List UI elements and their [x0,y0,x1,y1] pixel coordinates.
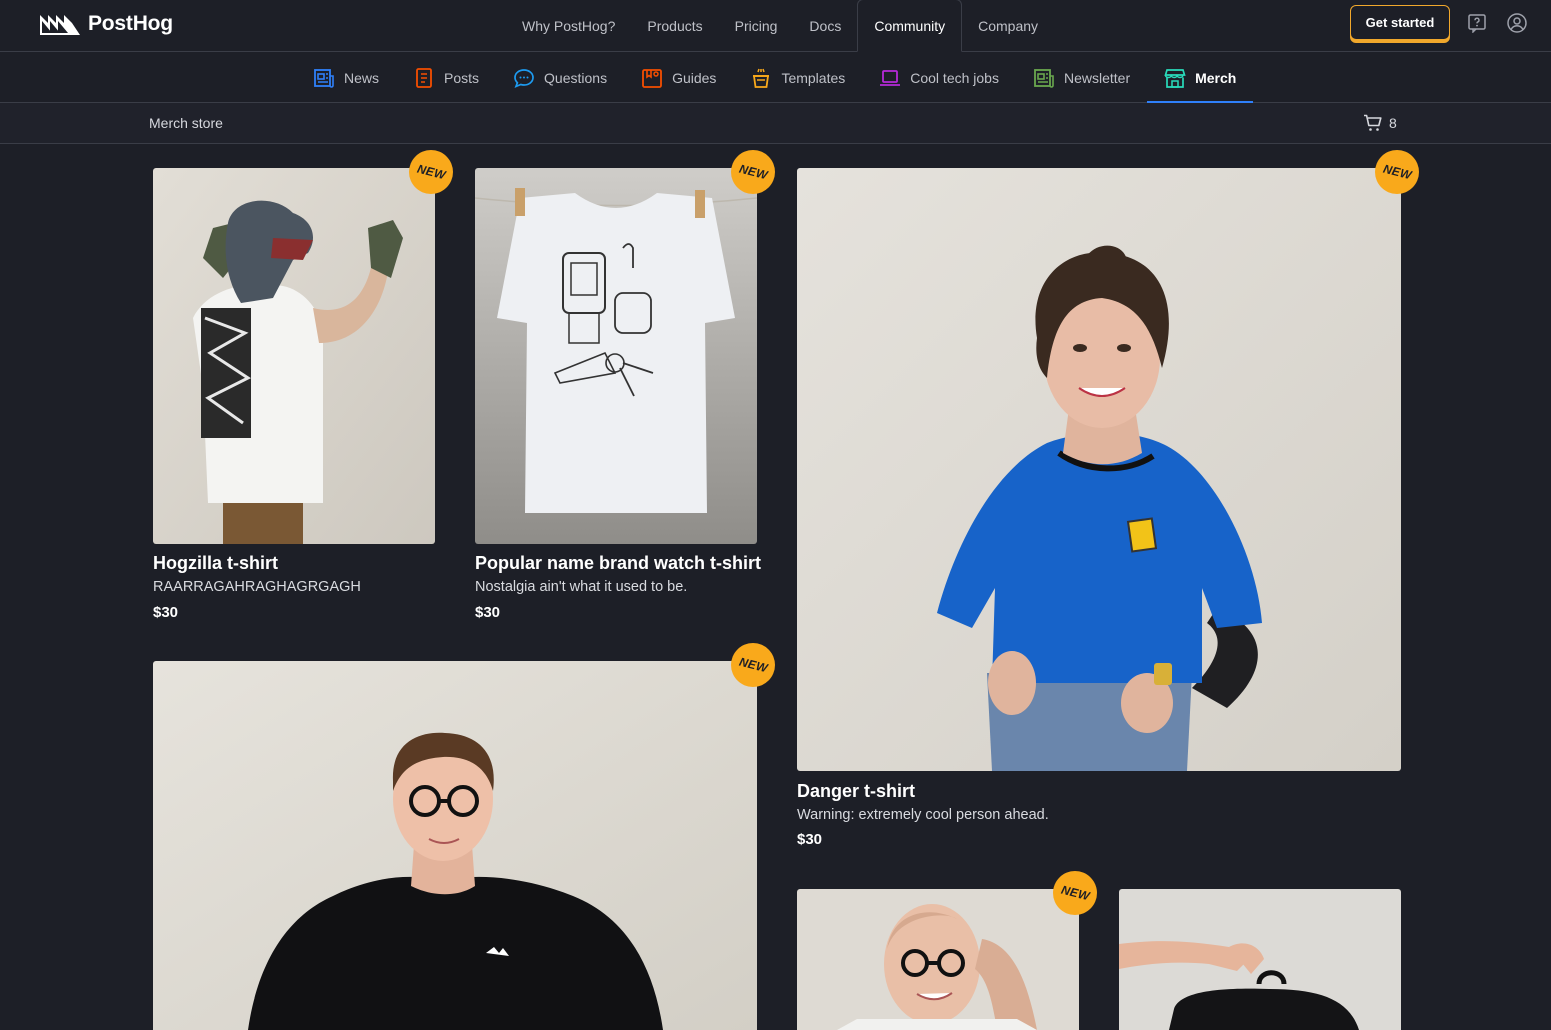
product-name[interactable]: Popular name brand watch t-shirt [475,553,761,574]
main-nav: Why PostHog? Products Pricing Docs Commu… [506,0,1054,52]
brand-name: PostHog [88,12,173,35]
product-description: RAARRAGAHRAGHAGRGAGH [153,579,361,595]
subnav-item-news[interactable]: News [296,52,396,103]
product-card-hogzilla[interactable]: NEW Hogzilla t-shirt RAARRAGAHRAGHAGRGAG… [153,150,453,628]
product-card-black-tshirt[interactable]: NEW [153,643,775,1030]
subnav-item-label: Templates [781,69,846,86]
product-price: $30 [797,831,823,848]
product-description: Warning: extremely cool person ahead. [797,807,1049,823]
nav-why-posthog[interactable]: Why PostHog? [506,0,631,52]
product-card-danger-tshirt[interactable]: NEW Danger t-shirt Warning: extremely co… [797,150,1419,858]
subnav-item-label: Newsletter [1063,69,1131,86]
guides-icon [642,68,662,88]
subnav-item-label: Posts [444,69,480,86]
posthog-logo-icon [40,15,80,35]
product-image[interactable] [797,889,1079,1030]
new-badge: NEW [409,150,453,194]
subnav-item-label: Cool tech jobs [910,69,999,86]
product-image[interactable] [475,168,757,544]
community-subnav: News Posts Questions Guides Templates Co… [0,52,1551,103]
subnav-item-cool-tech-jobs[interactable]: Cool tech jobs [862,52,1016,103]
subnav-item-label: Questions [544,69,608,86]
templates-icon [753,68,770,88]
new-badge: NEW [1375,150,1419,194]
get-started-button[interactable]: Get started [1350,5,1450,40]
nav-docs[interactable]: Docs [793,0,857,52]
cart-count: 8 [1389,115,1397,131]
new-badge: NEW [731,150,775,194]
user-account-icon[interactable] [1506,12,1528,34]
nav-company[interactable]: Company [962,0,1054,52]
laptop-icon [880,69,901,86]
subnav-item-label: News [344,69,380,86]
nav-community[interactable]: Community [857,0,963,52]
product-card-watch-tshirt[interactable]: NEW Popular name brand watch t-shirt Nos… [475,150,775,628]
posthog-logo[interactable]: PostHog [40,12,173,36]
cart-button[interactable]: 8 [1363,114,1397,132]
product-price: $30 [153,604,179,621]
new-badge: NEW [731,643,775,687]
subnav-item-label: Guides [672,69,717,86]
subnav-item-label: Merch [1195,69,1237,86]
product-card-5[interactable]: NEW [797,871,1097,1030]
product-price: $30 [475,604,501,621]
store-icon [1164,68,1186,88]
merch-store-title: Merch store [149,115,223,131]
news-icon [314,68,334,88]
posts-icon [416,67,432,88]
subnav-item-questions[interactable]: Questions [496,52,624,103]
product-description: Nostalgia ain't what it used to be. [475,579,688,595]
help-icon[interactable] [1466,12,1488,34]
newsletter-icon [1034,68,1054,88]
subnav-item-merch[interactable]: Merch [1147,52,1254,103]
subnav-item-posts[interactable]: Posts [396,52,496,103]
product-card-6[interactable] [1119,889,1401,1030]
new-badge: NEW [1053,871,1097,915]
merch-store-bar: Merch store 8 [0,103,1551,144]
nav-products[interactable]: Products [631,0,718,52]
nav-pricing[interactable]: Pricing [719,0,794,52]
product-image[interactable] [1119,889,1401,1030]
product-image[interactable] [153,661,757,1030]
cart-icon [1364,114,1382,131]
product-name[interactable]: Danger t-shirt [797,781,915,802]
product-image[interactable] [153,168,435,544]
subnav-item-guides[interactable]: Guides [624,52,733,103]
questions-icon [514,68,534,88]
subnav-item-templates[interactable]: Templates [733,52,862,103]
subnav-item-newsletter[interactable]: Newsletter [1016,52,1147,103]
product-name[interactable]: Hogzilla t-shirt [153,553,278,574]
product-image[interactable] [797,168,1401,771]
top-header: PostHog Why PostHog? Products Pricing Do… [0,0,1551,52]
